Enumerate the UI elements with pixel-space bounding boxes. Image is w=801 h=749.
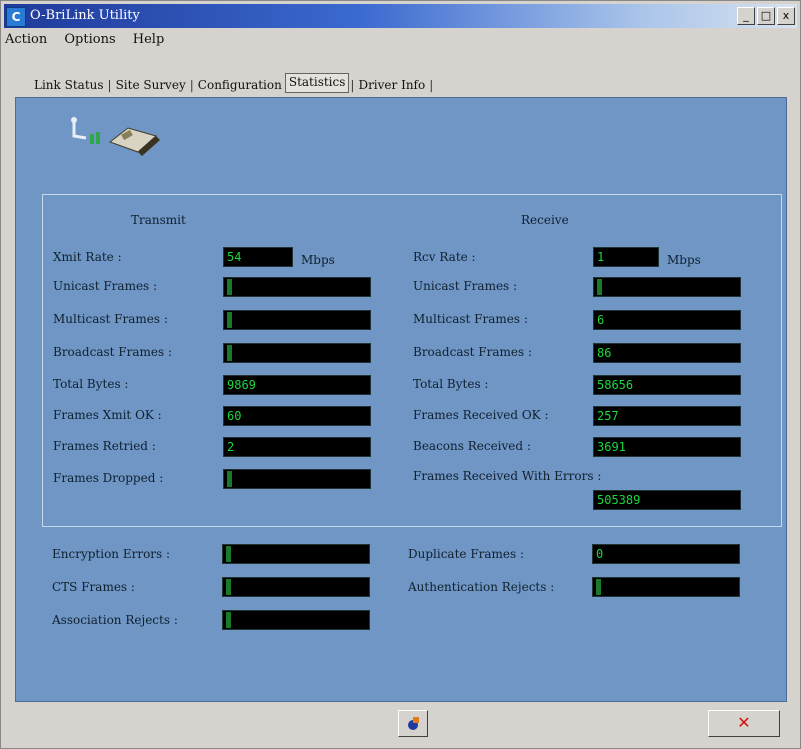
window-title: O-BriLink Utility bbox=[30, 8, 140, 23]
rx-broadcast-field: 86 bbox=[593, 343, 741, 363]
rx-multicast-label: Multicast Frames : bbox=[413, 312, 528, 326]
close-button[interactable]: ✕ bbox=[708, 710, 780, 737]
frames-dropped-label: Frames Dropped : bbox=[53, 471, 164, 485]
transmit-receive-group: Transmit Receive Xmit Rate : 54 Mbps Uni… bbox=[42, 194, 782, 527]
frames-received-errors-label: Frames Received With Errors : bbox=[413, 469, 602, 483]
rcv-rate-unit: Mbps bbox=[667, 253, 701, 267]
about-icon bbox=[408, 717, 419, 730]
tab-link-status[interactable]: Link Status bbox=[31, 78, 107, 92]
tx-broadcast-label: Broadcast Frames : bbox=[53, 345, 172, 359]
frames-xmit-ok-field: 60 bbox=[223, 406, 371, 426]
tab-site-survey[interactable]: Site Survey bbox=[113, 78, 189, 92]
rcv-rate-field: 1 bbox=[593, 247, 659, 267]
tab-driver-info[interactable]: Driver Info bbox=[355, 78, 428, 92]
tab-configuration[interactable]: Configuration bbox=[195, 78, 285, 92]
frames-dropped-field bbox=[223, 469, 371, 489]
menu-action[interactable]: Action bbox=[5, 32, 47, 47]
minimize-button[interactable]: _ bbox=[737, 7, 755, 25]
tx-broadcast-field bbox=[223, 343, 371, 363]
tx-multicast-field bbox=[223, 310, 371, 330]
beacons-received-label: Beacons Received : bbox=[413, 439, 531, 453]
receive-header: Receive bbox=[521, 213, 569, 227]
maximize-button[interactable]: □ bbox=[757, 7, 775, 25]
tx-total-bytes-field: 9869 bbox=[223, 375, 371, 395]
tx-multicast-label: Multicast Frames : bbox=[53, 312, 168, 326]
encryption-errors-label: Encryption Errors : bbox=[52, 547, 171, 561]
xmit-rate-label: Xmit Rate : bbox=[53, 250, 122, 264]
menu-bar: Action Options Help bbox=[5, 32, 177, 52]
authentication-rejects-label: Authentication Rejects : bbox=[408, 580, 555, 594]
bottom-bar: ✕ bbox=[15, 704, 787, 744]
menu-help[interactable]: Help bbox=[133, 32, 165, 47]
frames-retried-field: 2 bbox=[223, 437, 371, 457]
xmit-rate-field: 54 bbox=[223, 247, 293, 267]
frames-received-ok-field: 257 bbox=[593, 406, 741, 426]
rx-multicast-field: 6 bbox=[593, 310, 741, 330]
tx-total-bytes-label: Total Bytes : bbox=[53, 377, 129, 391]
xmit-rate-unit: Mbps bbox=[301, 253, 335, 267]
association-rejects-label: Association Rejects : bbox=[52, 613, 178, 627]
menu-options[interactable]: Options bbox=[64, 32, 115, 47]
duplicate-frames-label: Duplicate Frames : bbox=[408, 547, 525, 561]
authentication-rejects-field bbox=[592, 577, 740, 597]
association-rejects-field bbox=[222, 610, 370, 630]
cts-frames-field bbox=[222, 577, 370, 597]
rx-unicast-label: Unicast Frames : bbox=[413, 279, 518, 293]
tab-statistics[interactable]: Statistics bbox=[284, 73, 350, 93]
app-icon: C bbox=[6, 7, 26, 27]
frames-received-errors-field: 505389 bbox=[593, 490, 741, 510]
title-bar[interactable]: C O-BriLink Utility _ □ x bbox=[4, 4, 797, 28]
beacons-received-field: 3691 bbox=[593, 437, 741, 457]
cts-frames-label: CTS Frames : bbox=[52, 580, 135, 594]
tx-unicast-field bbox=[223, 277, 371, 297]
tx-unicast-label: Unicast Frames : bbox=[53, 279, 158, 293]
frames-received-ok-label: Frames Received OK : bbox=[413, 408, 549, 422]
statistics-panel: Transmit Receive Xmit Rate : 54 Mbps Uni… bbox=[15, 97, 787, 702]
encryption-errors-field bbox=[222, 544, 370, 564]
transmit-header: Transmit bbox=[131, 213, 186, 227]
tab-strip: Link Status | Site Survey | Configuration Sta… bbox=[31, 73, 434, 98]
frames-retried-label: Frames Retried : bbox=[53, 439, 156, 453]
frames-xmit-ok-label: Frames Xmit OK : bbox=[53, 408, 162, 422]
close-window-button[interactable]: x bbox=[777, 7, 795, 25]
utility-window: C O-BriLink Utility _ □ x Action Options H… bbox=[0, 0, 801, 749]
rx-total-bytes-label: Total Bytes : bbox=[413, 377, 489, 391]
about-button[interactable] bbox=[398, 710, 428, 737]
rx-unicast-field bbox=[593, 277, 741, 297]
rcv-rate-label: Rcv Rate : bbox=[413, 250, 476, 264]
rx-broadcast-label: Broadcast Frames : bbox=[413, 345, 532, 359]
rx-total-bytes-field: 58656 bbox=[593, 375, 741, 395]
wireless-device-icon bbox=[71, 117, 160, 156]
duplicate-frames-field: 0 bbox=[592, 544, 740, 564]
